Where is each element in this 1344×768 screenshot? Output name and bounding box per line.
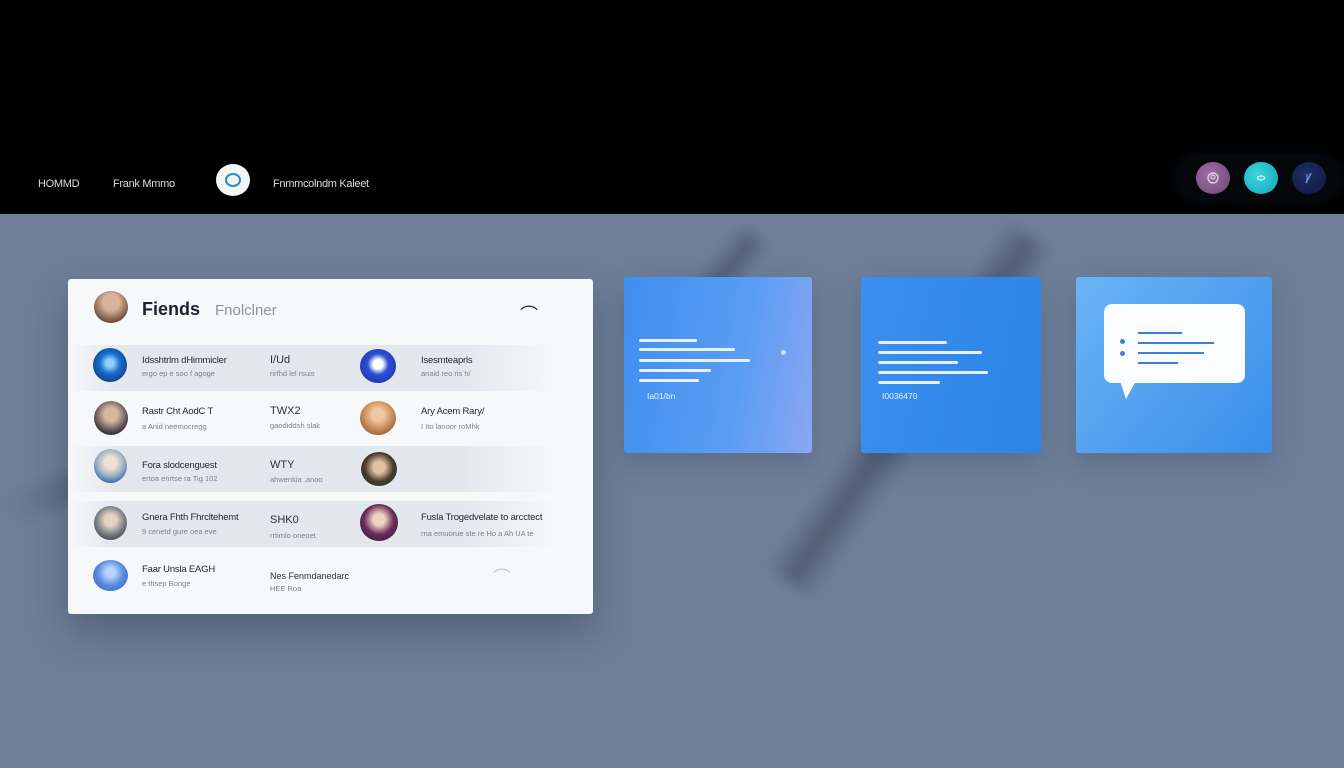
text-line xyxy=(1138,332,1182,334)
text-line xyxy=(878,361,958,364)
ghost-arrow-icon: ⌒ xyxy=(493,568,511,588)
friend-count-meta: rrtimlo oneoet xyxy=(270,531,316,540)
friend-count: TWX2 xyxy=(270,405,301,417)
friends-panel: Fiends Fnolclner ⌒ Idsshtrlm dHimmicler … xyxy=(68,279,593,614)
chat-bubble-tail xyxy=(1120,381,1136,399)
text-line xyxy=(639,348,735,351)
friend-meta: 9 cenetd gure oea eve xyxy=(142,527,217,536)
card-label: I0036470 xyxy=(882,391,918,401)
friend-name[interactable]: Faar Unsla EAGH xyxy=(142,564,215,575)
content-card[interactable] xyxy=(1076,277,1272,453)
text-line xyxy=(639,369,711,372)
friend-count: SHK0 xyxy=(270,514,299,526)
text-line xyxy=(1138,352,1204,354)
panel-subtitle: Fnolclner xyxy=(215,302,277,319)
top-bar: HOMMD Frank Mmmo Fnmmcolndm Kaleet xyxy=(0,0,1344,214)
status-dot xyxy=(781,350,786,355)
avatar[interactable] xyxy=(94,506,127,540)
content-card[interactable]: I0036470 xyxy=(861,277,1041,453)
friend-meta: a Anid neemocregg xyxy=(142,422,207,431)
friend-count: I/Ud xyxy=(270,354,291,366)
friend-count-meta: ahwenkia .anoo xyxy=(270,475,323,484)
friend-name[interactable]: Fora slodcenguest xyxy=(142,460,217,471)
user-avatar-button[interactable] xyxy=(1196,162,1230,194)
friend-meta: e thsep Bonge xyxy=(142,579,191,588)
friend-meta: rna emuorue ste re Ho a Ah UA te xyxy=(421,529,534,538)
text-line xyxy=(639,359,750,362)
friend-name[interactable]: Isesmteaprls xyxy=(421,355,473,366)
content-card[interactable]: Ia01/bn xyxy=(624,277,812,453)
bullet-dot xyxy=(1120,339,1125,344)
text-line xyxy=(1138,342,1214,344)
avatar[interactable] xyxy=(94,401,128,435)
friend-name[interactable]: Gnera Fhth Fhrcltehemt xyxy=(142,512,239,523)
text-line xyxy=(878,351,982,354)
friend-count-meta: HEE Roa xyxy=(270,584,302,593)
friend-name[interactable]: Idsshtrlm dHimmicler xyxy=(142,355,227,366)
avatar[interactable] xyxy=(94,449,127,483)
avatar[interactable] xyxy=(361,452,397,486)
avatar[interactable] xyxy=(360,349,396,383)
circle-nav-button[interactable] xyxy=(216,164,250,196)
ring-icon xyxy=(225,173,241,187)
friend-name[interactable]: Rastr Cht AodC T xyxy=(142,406,213,417)
chat-bubble-icon xyxy=(1104,304,1245,383)
friend-count: Nes Fenmdanedarc xyxy=(270,571,350,581)
nav-home[interactable]: HOMMD xyxy=(38,178,80,190)
nav-profile[interactable]: Frank Mmmo xyxy=(113,178,175,190)
text-line xyxy=(878,341,947,344)
text-line xyxy=(1138,362,1178,364)
user-icon xyxy=(1207,172,1219,184)
avatar[interactable] xyxy=(93,560,128,591)
edit-button[interactable] xyxy=(1292,162,1326,194)
avatar[interactable] xyxy=(93,348,127,382)
pen-icon xyxy=(1305,172,1312,184)
friend-meta: anaid reo ris h/ xyxy=(421,369,471,378)
friend-count: WTY xyxy=(270,459,295,471)
friend-name[interactable]: Ary Acem Rary/ xyxy=(421,406,484,417)
action-group xyxy=(1178,158,1338,198)
text-line xyxy=(639,339,697,342)
friend-count-meta: rirfhd lel rsuis xyxy=(270,369,315,378)
friend-meta: ertoa enrtse ra Tig 102 xyxy=(142,474,218,483)
text-line xyxy=(639,379,699,382)
friend-name[interactable]: Fusla Trogedvelate to arcctect xyxy=(421,512,542,523)
row-highlight xyxy=(68,345,558,391)
friend-count-meta: gaodiddsh slak xyxy=(270,421,321,430)
avatar[interactable] xyxy=(360,401,396,435)
friend-meta: ergo ep e soo f agoge xyxy=(142,369,215,378)
bullet-dot xyxy=(1120,351,1125,356)
text-line xyxy=(878,381,940,384)
avatar[interactable] xyxy=(360,504,398,541)
card-label: Ia01/bn xyxy=(647,391,676,401)
nav-notifications[interactable]: Fnmmcolndm Kaleet xyxy=(273,178,369,190)
friend-meta: I Ito lanoor roMhk xyxy=(421,422,480,431)
avatar[interactable] xyxy=(94,291,128,323)
panel-title: Fiends xyxy=(142,299,201,319)
eye-icon xyxy=(1257,175,1265,181)
row-highlight xyxy=(68,501,558,547)
menu-icon[interactable]: ⌒ xyxy=(520,301,538,327)
text-line xyxy=(878,371,988,374)
chat-button[interactable] xyxy=(1244,162,1278,194)
